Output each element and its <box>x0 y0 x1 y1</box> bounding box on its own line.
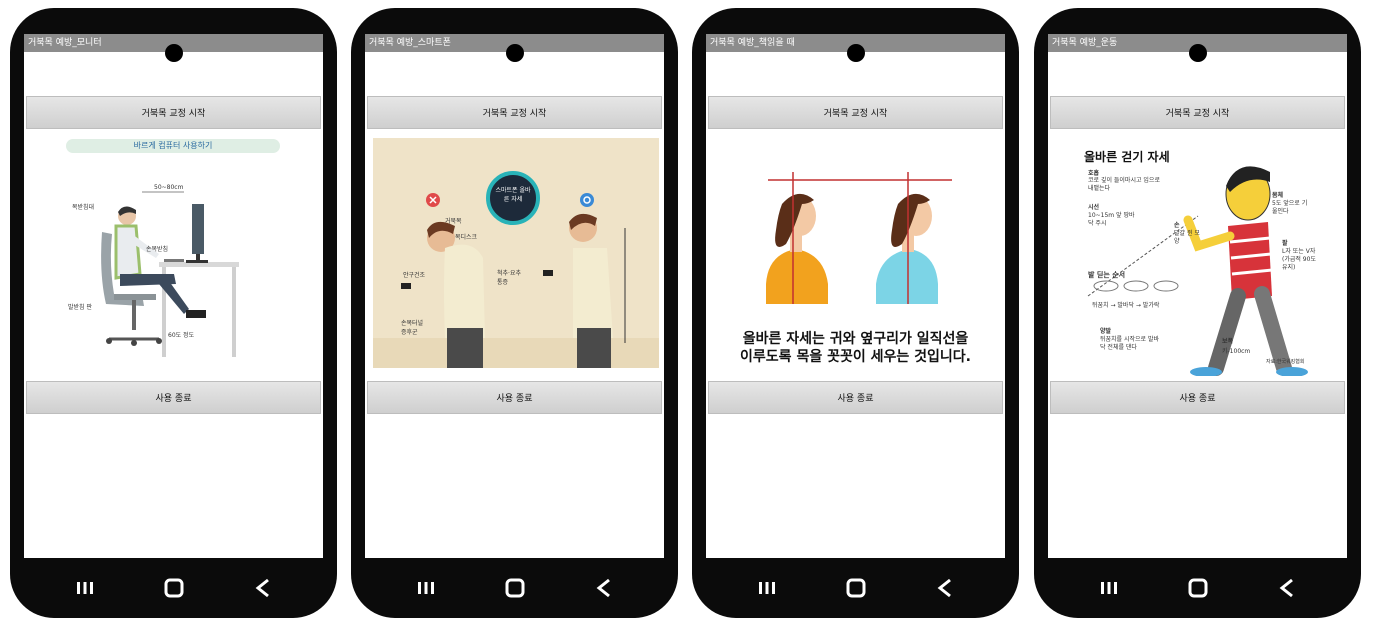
label-footrest: 발받침 판 <box>68 304 92 311</box>
label-turtle-neck: 거북목 <box>445 218 462 225</box>
label-angle: 60도 정도 <box>168 332 195 339</box>
label-headrest: 목받침대 <box>72 204 95 211</box>
camera-notch <box>1188 44 1207 62</box>
label-dry-eye: 안구건조 <box>403 272 426 279</box>
steps-text: 뒤꿈치 → 발바닥 → 발가락 <box>1092 302 1160 309</box>
navigation-bar <box>10 568 337 608</box>
label-spine-pain: 척추·요추통증 <box>497 270 521 286</box>
badge-text: 스마트폰 올바른 자세 <box>495 187 531 203</box>
reading-caption-line2: 이루도록 목을 꼿꼿이 세우는 것입니다. <box>740 349 971 365</box>
back-icon[interactable] <box>590 574 618 602</box>
home-icon[interactable] <box>1184 574 1212 602</box>
label-neck-disc: 목디스크 <box>455 234 478 241</box>
start-correction-button[interactable]: 거북목 교정 시작 <box>1050 96 1345 129</box>
end-use-button[interactable]: 사용 종료 <box>1050 381 1345 414</box>
camera-notch <box>164 44 183 62</box>
breath-text: 코로 깊이 들이마시고 입으로 내뱉는다 <box>1088 177 1160 192</box>
back-icon[interactable] <box>249 574 277 602</box>
app-screen: 거북목 예방_스마트폰 거북목 교정 시작 스마트폰 올바른 자세 거북목 목디… <box>365 34 664 558</box>
stride-title: 보폭 <box>1222 338 1234 345</box>
steps-title: 발 딛는 순서 <box>1088 271 1126 279</box>
feet-text: 뒤꿈치를 시작으로 발바닥 전체를 댄다 <box>1100 336 1160 351</box>
start-correction-button[interactable]: 거북목 교정 시작 <box>708 96 1003 129</box>
phone-reading: 거북목 예방_책읽을 때 거북목 교정 시작 올바른 자세는 귀와 옆구리가 일… <box>692 8 1019 618</box>
hand-text: 달걀 쥔 모양 <box>1174 230 1200 245</box>
home-icon[interactable] <box>842 574 870 602</box>
body-text: 5도 앞으로 기울인다 <box>1272 200 1308 215</box>
label-distance: 50~80cm <box>154 184 184 191</box>
recent-apps-icon[interactable] <box>71 574 99 602</box>
walking-heading: 올바른 걷기 자세 <box>1084 150 1170 164</box>
back-icon[interactable] <box>1273 574 1301 602</box>
arm-title: 팔 <box>1282 240 1288 247</box>
end-use-button[interactable]: 사용 종료 <box>367 381 662 414</box>
hand-title: 손 <box>1174 222 1180 229</box>
navigation-bar <box>351 568 678 608</box>
gaze-text: 10~15m 앞 땅바닥 주시 <box>1088 212 1135 227</box>
breath-title: 호흡 <box>1088 170 1100 177</box>
navigation-bar <box>692 568 1019 608</box>
gaze-title: 시선 <box>1088 204 1100 211</box>
stride-text: 키-100cm <box>1222 348 1251 355</box>
app-screen: 거북목 예방_운동 거북목 교정 시작 올바른 걷기 자세 호흡 코로 깊이 들… <box>1048 34 1347 558</box>
monitor-posture-illustration: 바르게 컴퓨터 사용하기 목받침대 50~80cm 손목받침 발받침 판 60도… <box>24 134 323 374</box>
reading-posture-illustration: 올바른 자세는 귀와 옆구리가 일직선을 이루도록 목을 꼿꼿이 세우는 것입니… <box>706 134 1005 374</box>
recent-apps-icon[interactable] <box>753 574 781 602</box>
source-note: 자료:한국워킹협회 <box>1266 359 1305 365</box>
back-icon[interactable] <box>931 574 959 602</box>
arm-text: L자 또는 V자 (가급적 90도 유지) <box>1282 248 1316 271</box>
end-use-button[interactable]: 사용 종료 <box>26 381 321 414</box>
reading-figures <box>766 172 952 304</box>
home-icon[interactable] <box>501 574 529 602</box>
phone-monitor: 거북목 예방_모니터 거북목 교정 시작 바르게 컴퓨터 사용하기 목받침대 5… <box>10 8 337 618</box>
end-use-button[interactable]: 사용 종료 <box>708 381 1003 414</box>
recent-apps-icon[interactable] <box>412 574 440 602</box>
label-wrist-rest: 손목받침 <box>146 246 169 253</box>
camera-notch <box>846 44 865 62</box>
label-carpal-tunnel: 손목터널 증후군 <box>401 320 424 336</box>
start-correction-button[interactable]: 거북목 교정 시작 <box>367 96 662 129</box>
app-screen: 거북목 예방_모니터 거북목 교정 시작 바르게 컴퓨터 사용하기 목받침대 5… <box>24 34 323 558</box>
phone-exercise: 거북목 예방_운동 거북목 교정 시작 올바른 걷기 자세 호흡 코로 깊이 들… <box>1034 8 1361 618</box>
app-screen: 거북목 예방_책읽을 때 거북목 교정 시작 올바른 자세는 귀와 옆구리가 일… <box>706 34 1005 558</box>
reading-caption-line1: 올바른 자세는 귀와 옆구리가 일직선을 <box>742 331 969 347</box>
home-icon[interactable] <box>160 574 188 602</box>
phone-smartphone: 거북목 예방_스마트폰 거북목 교정 시작 스마트폰 올바른 자세 거북목 목디… <box>351 8 678 618</box>
camera-notch <box>505 44 524 62</box>
start-correction-button[interactable]: 거북목 교정 시작 <box>26 96 321 129</box>
recent-apps-icon[interactable] <box>1095 574 1123 602</box>
navigation-bar <box>1034 568 1361 608</box>
body-title: 몸체 <box>1272 192 1284 199</box>
feet-title: 양발 <box>1100 328 1112 335</box>
walking-posture-illustration: 올바른 걷기 자세 호흡 코로 깊이 들이마시고 입으로 내뱉는다 시선 10~… <box>1048 146 1347 386</box>
smartphone-posture-illustration: 스마트폰 올바른 자세 거북목 목디스크 안구건조 척추·요추통증 손목터널 증… <box>373 138 659 368</box>
